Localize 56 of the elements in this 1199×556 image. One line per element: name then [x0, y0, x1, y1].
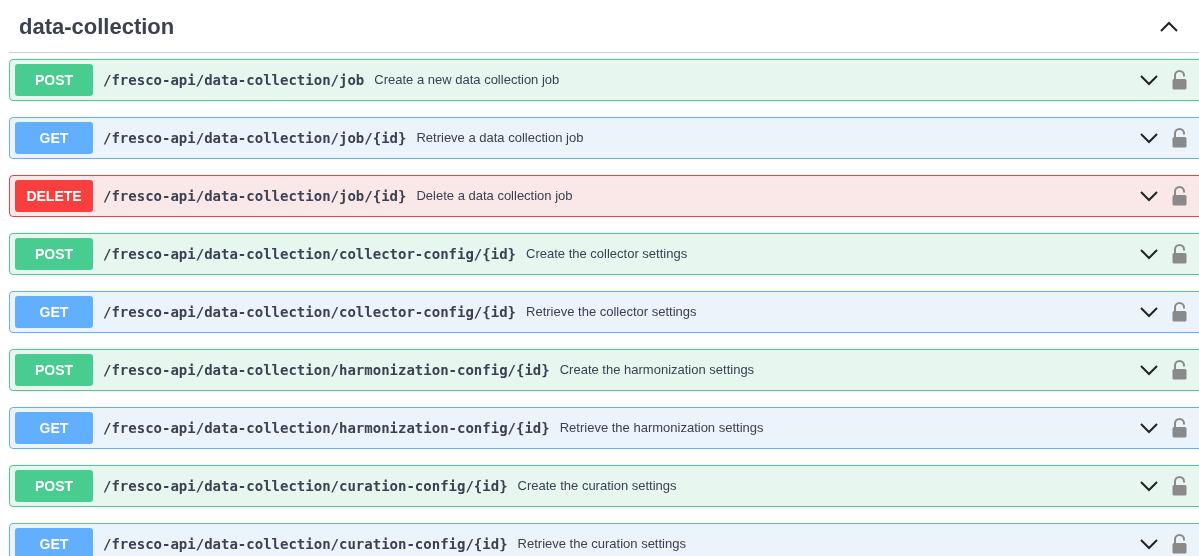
operation-row[interactable]: POST /fresco-api/data-collection/collector-config/{id} Create the collector settings [9, 233, 1199, 275]
method-badge: GET [15, 122, 93, 154]
method-badge: POST [15, 354, 93, 386]
chevron-down-icon[interactable] [1139, 480, 1159, 492]
operation-row[interactable]: POST /fresco-api/data-collection/job Create a new data collection job [9, 59, 1199, 101]
endpoint-path: /fresco-api/data-collection/job/{id} [103, 128, 407, 148]
unlocked-padlock-icon[interactable] [1172, 360, 1187, 380]
section-title[interactable]: data-collection [19, 9, 175, 43]
endpoint-summary: Retrieve the collector settings [526, 303, 697, 322]
endpoint-summary: Create a new data collection job [374, 71, 560, 90]
chevron-down-icon[interactable] [1139, 74, 1159, 86]
chevron-down-icon[interactable] [1139, 364, 1159, 376]
endpoint-path: /fresco-api/data-collection/harmonization-config/{id} [103, 418, 550, 438]
method-badge: GET [15, 412, 93, 444]
method-badge: POST [15, 238, 93, 270]
chevron-up-icon[interactable] [1159, 20, 1179, 32]
chevron-down-icon[interactable] [1139, 190, 1159, 202]
operation-row[interactable]: GET /fresco-api/data-collection/job/{id} Retrieve a data collection job [9, 117, 1199, 159]
endpoint-summary: Retrieve a data collection job [416, 129, 584, 148]
endpoint-summary: Retrieve the curation settings [517, 535, 686, 554]
chevron-down-icon[interactable] [1139, 132, 1159, 144]
unlocked-padlock-icon[interactable] [1172, 128, 1187, 148]
operation-row[interactable]: GET /fresco-api/data-collection/curation-config/{id} Retrieve the curation settings [9, 523, 1199, 556]
operation-row[interactable]: POST /fresco-api/data-collection/curation-config/{id} Create the curation settings [9, 465, 1199, 507]
endpoint-summary: Retrieve the harmonization settings [559, 419, 764, 438]
operation-row[interactable]: GET /fresco-api/data-collection/collector-config/{id} Retrieve the collector settings [9, 291, 1199, 333]
operation-row[interactable]: POST /fresco-api/data-collection/harmonization-config/{id} Create the harmonization settings [9, 349, 1199, 391]
method-badge: POST [15, 470, 93, 502]
unlocked-padlock-icon[interactable] [1172, 418, 1187, 438]
unlocked-padlock-icon[interactable] [1172, 186, 1187, 206]
endpoint-path: /fresco-api/data-collection/curation-config/{id} [103, 534, 508, 554]
unlocked-padlock-icon[interactable] [1172, 70, 1187, 90]
method-badge: GET [15, 528, 93, 556]
method-badge: GET [15, 296, 93, 328]
endpoint-summary: Create the curation settings [517, 477, 677, 496]
endpoint-path: /fresco-api/data-collection/job [103, 70, 365, 90]
unlocked-padlock-icon[interactable] [1172, 244, 1187, 264]
unlocked-padlock-icon[interactable] [1172, 302, 1187, 322]
unlocked-padlock-icon[interactable] [1172, 476, 1187, 496]
endpoint-summary: Delete a data collection job [416, 187, 573, 206]
operation-row[interactable]: GET /fresco-api/data-collection/harmonization-config/{id} Retrieve the harmonization settings [9, 407, 1199, 449]
chevron-down-icon[interactable] [1139, 422, 1159, 434]
method-badge: POST [15, 64, 93, 96]
endpoint-summary: Create the harmonization settings [559, 361, 755, 380]
unlocked-padlock-icon[interactable] [1172, 534, 1187, 554]
chevron-down-icon[interactable] [1139, 248, 1159, 260]
endpoint-path: /fresco-api/data-collection/curation-config/{id} [103, 476, 508, 496]
endpoint-summary: Create the collector settings [526, 245, 688, 264]
endpoint-path: /fresco-api/data-collection/harmonization-config/{id} [103, 360, 550, 380]
operation-row[interactable]: DELETE /fresco-api/data-collection/job/{id} Delete a data collection job [9, 175, 1199, 217]
chevron-down-icon[interactable] [1139, 538, 1159, 550]
method-badge: DELETE [15, 180, 93, 212]
chevron-down-icon[interactable] [1139, 306, 1159, 318]
endpoint-path: /fresco-api/data-collection/job/{id} [103, 186, 407, 206]
endpoint-path: /fresco-api/data-collection/collector-config/{id} [103, 302, 516, 322]
endpoint-path: /fresco-api/data-collection/collector-config/{id} [103, 244, 516, 264]
